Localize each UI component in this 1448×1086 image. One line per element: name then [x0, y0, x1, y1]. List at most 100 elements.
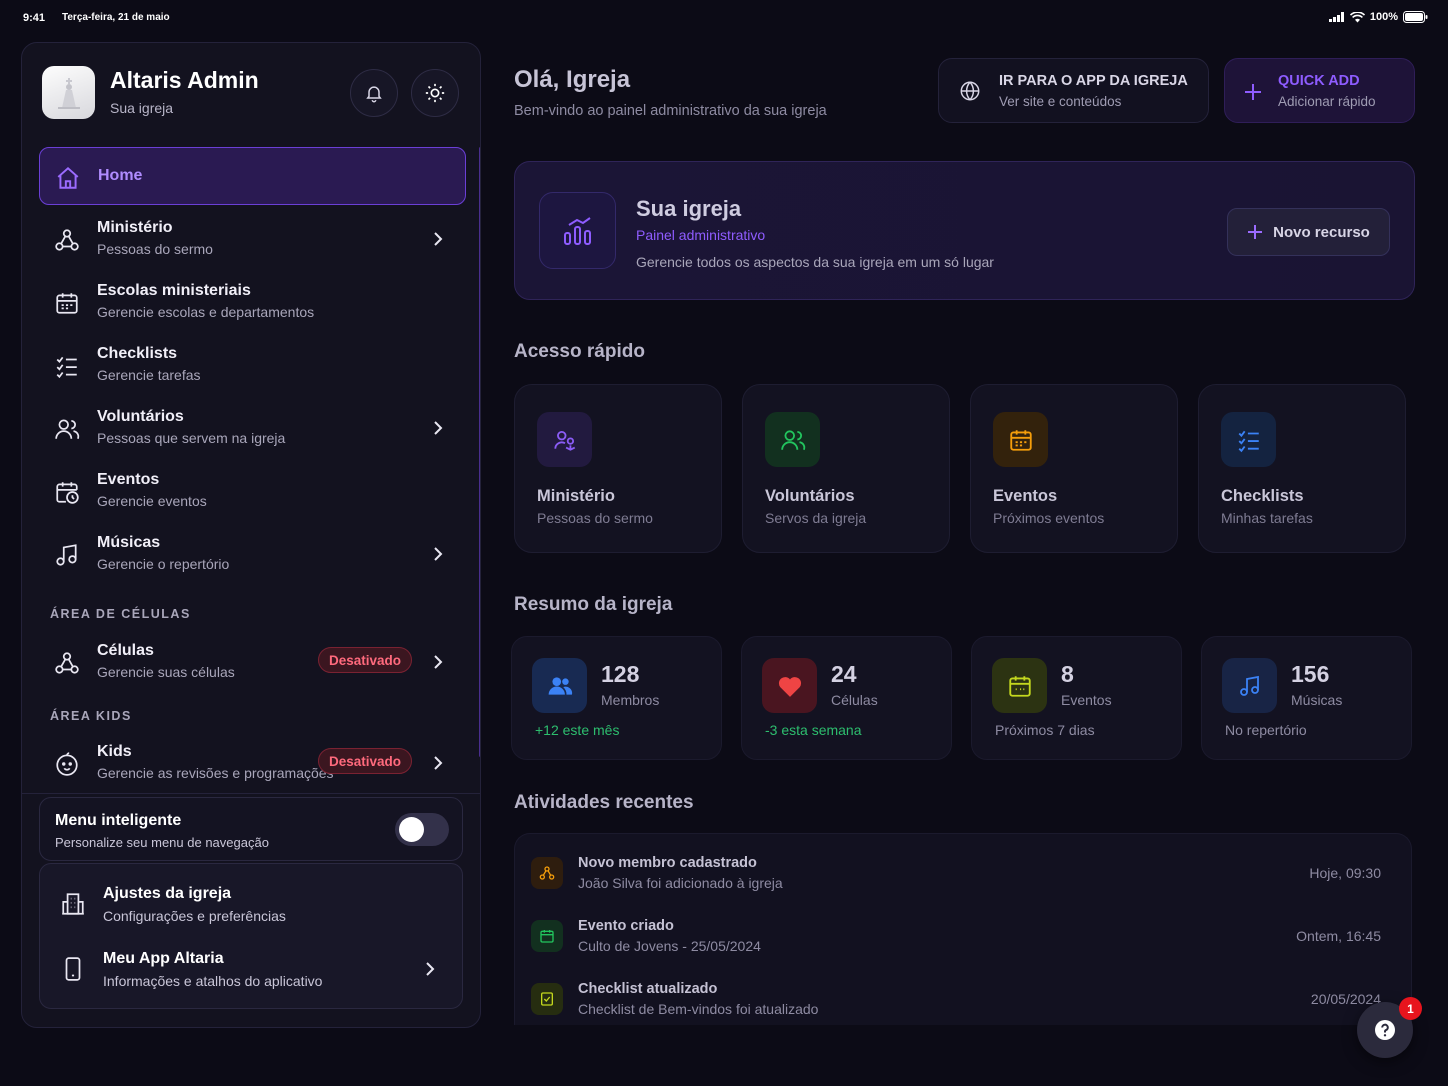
heart-icon	[762, 658, 817, 713]
activity-title: Checklist atualizado	[578, 981, 718, 997]
sidebar-item-escolas[interactable]: Escolas ministeriais Gerencie escolas e …	[39, 273, 466, 331]
globe-icon	[960, 81, 980, 101]
sidebar-item-sub: Gerencie as revisões e programações	[97, 765, 334, 781]
stat-label: Músicas	[1291, 692, 1343, 708]
music-icon	[1222, 658, 1277, 713]
sidebar-item-label: Ministério	[97, 219, 173, 236]
go-to-app-sub: Ver site e conteúdos	[999, 94, 1122, 109]
quick-card-checklists[interactable]: Checklists Minhas tarefas	[1198, 384, 1406, 553]
activity-item[interactable]: Novo membro cadastrado João Silva foi ad…	[515, 838, 1411, 898]
hero-title: Sua igreja	[636, 196, 742, 221]
checklist-icon	[1221, 412, 1276, 467]
ministry-icon	[537, 412, 592, 467]
sidebar-item-sub: Gerencie escolas e departamentos	[97, 304, 315, 320]
quick-card-ministerio[interactable]: Ministério Pessoas do sermo	[514, 384, 722, 553]
notifications-button[interactable]	[350, 69, 398, 117]
music-icon	[56, 544, 77, 566]
chevron-right-icon	[434, 547, 443, 561]
chevron-right-icon	[426, 962, 435, 976]
battery-icon	[1403, 11, 1428, 23]
hero-subtitle: Painel administrativo	[636, 227, 766, 243]
settings-item-sub: Informações e atalhos do aplicativo	[103, 973, 323, 989]
church-settings-item[interactable]: Ajustes da igreja Configurações e prefer…	[40, 872, 462, 936]
stat-card-cells[interactable]: 24 Células -3 esta semana	[741, 636, 952, 760]
status-date: Terça-feira, 21 de maio	[62, 12, 170, 23]
settings-item-sub: Configurações e preferências	[103, 908, 286, 924]
church-logo-icon	[57, 77, 80, 109]
stat-trend: +12 este mês	[535, 722, 620, 738]
sidebar-item-sub: Pessoas do sermo	[97, 241, 213, 257]
home-icon	[57, 166, 79, 189]
sidebar-item-celulas[interactable]: Células Gerencie suas células Desativado	[39, 633, 466, 691]
new-resource-button[interactable]: Novo recurso	[1227, 208, 1390, 256]
sidebar-item-home[interactable]: Home	[39, 147, 466, 205]
activities-title: Atividades recentes	[514, 792, 694, 813]
smart-menu-sub: Personalize seu menu de navegação	[55, 835, 269, 850]
stat-trend: Próximos 7 dias	[995, 722, 1095, 738]
chevron-right-icon	[434, 232, 443, 246]
sidebar-item-kids[interactable]: Kids Gerencie as revisões e programações…	[39, 734, 466, 792]
chart-icon	[539, 192, 616, 269]
stat-card-songs[interactable]: 156 Músicas No repertório	[1201, 636, 1412, 760]
event-created-icon	[531, 920, 563, 952]
section-label-cells: ÁREA DE CÉLULAS	[50, 607, 191, 621]
my-app-item[interactable]: Meu App Altaria Informações e atalhos do…	[40, 937, 462, 1001]
page-title: Olá, Igreja	[514, 66, 631, 93]
summary-title: Resumo da igreja	[514, 594, 673, 615]
sidebar-item-sub: Gerencie suas células	[97, 664, 235, 680]
status-time: 9:41	[23, 12, 46, 24]
sidebar-item-ministerio[interactable]: Ministério Pessoas do sermo	[39, 210, 466, 268]
hero-description: Gerencie todos os aspectos da sua igreja…	[636, 254, 994, 270]
bell-icon	[366, 86, 382, 103]
status-indicators: 100%	[1328, 11, 1428, 23]
status-badge: Desativado	[317, 748, 412, 774]
church-avatar[interactable]	[42, 66, 95, 119]
activity-time: Hoje, 09:30	[1309, 865, 1381, 881]
phone-icon	[65, 957, 81, 981]
new-resource-label: Novo recurso	[1273, 223, 1370, 241]
quick-card-title: Voluntários	[765, 487, 855, 505]
go-to-app-button[interactable]: IR PARA O APP DA IGREJA Ver site e conte…	[938, 58, 1209, 123]
sidebar-item-label: Checklists	[97, 345, 178, 362]
quick-card-sub: Próximos eventos	[993, 510, 1105, 526]
activity-title: Evento criado	[578, 918, 674, 934]
stat-value: 128	[601, 661, 640, 687]
stat-card-events[interactable]: 8 Eventos Próximos 7 dias	[971, 636, 1182, 760]
sidebar-item-eventos[interactable]: Eventos Gerencie eventos	[39, 462, 466, 520]
quick-add-button[interactable]: QUICK ADD Adicionar rápido	[1224, 58, 1415, 123]
stat-value: 24	[831, 661, 857, 687]
sidebar-item-sub: Gerencie eventos	[97, 493, 207, 509]
sidebar: Altaris Admin Sua igreja Home Ministério…	[21, 42, 481, 1028]
sidebar-item-sub: Gerencie o repertório	[97, 556, 230, 572]
stat-label: Células	[831, 692, 878, 708]
sun-icon	[425, 83, 445, 103]
quick-card-title: Eventos	[993, 487, 1058, 505]
sidebar-item-voluntarios[interactable]: Voluntários Pessoas que servem na igreja	[39, 399, 466, 457]
quick-card-eventos[interactable]: Eventos Próximos eventos	[970, 384, 1178, 553]
stat-label: Eventos	[1061, 692, 1112, 708]
calendar-clock-icon	[56, 482, 79, 504]
activity-sub: João Silva foi adicionado à igreja	[578, 875, 783, 891]
sidebar-scrollbar[interactable]	[479, 147, 480, 757]
activity-sub: Checklist de Bem-vindos foi atualizado	[578, 1001, 819, 1017]
activity-time: Ontem, 16:45	[1296, 928, 1381, 944]
activity-item[interactable]: Checklist atualizado Checklist de Bem-vi…	[515, 964, 1411, 1024]
quick-card-title: Checklists	[1221, 487, 1304, 505]
sidebar-item-checklists[interactable]: Checklists Gerencie tarefas	[39, 336, 466, 394]
theme-toggle-button[interactable]	[411, 69, 459, 117]
chevron-right-icon	[434, 655, 443, 669]
church-hero-card: Sua igreja Painel administrativo Gerenci…	[514, 161, 1415, 300]
activity-title: Novo membro cadastrado	[578, 855, 757, 871]
sidebar-item-musicas[interactable]: Músicas Gerencie o repertório	[39, 525, 466, 583]
admin-name: Altaris Admin	[110, 67, 259, 93]
smart-menu-title: Menu inteligente	[55, 812, 182, 829]
activity-item[interactable]: Evento criado Culto de Jovens - 25/05/20…	[515, 901, 1411, 961]
smart-menu-toggle[interactable]	[395, 813, 449, 846]
plus-icon	[1245, 84, 1261, 100]
stat-card-members[interactable]: 128 Membros +12 este mês	[511, 636, 722, 760]
sidebar-item-sub: Pessoas que servem na igreja	[97, 430, 286, 446]
checklist-icon	[56, 356, 77, 379]
quick-card-voluntarios[interactable]: Voluntários Servos da igreja	[742, 384, 950, 553]
quick-card-sub: Servos da igreja	[765, 510, 867, 526]
activity-sub: Culto de Jovens - 25/05/2024	[578, 938, 761, 954]
